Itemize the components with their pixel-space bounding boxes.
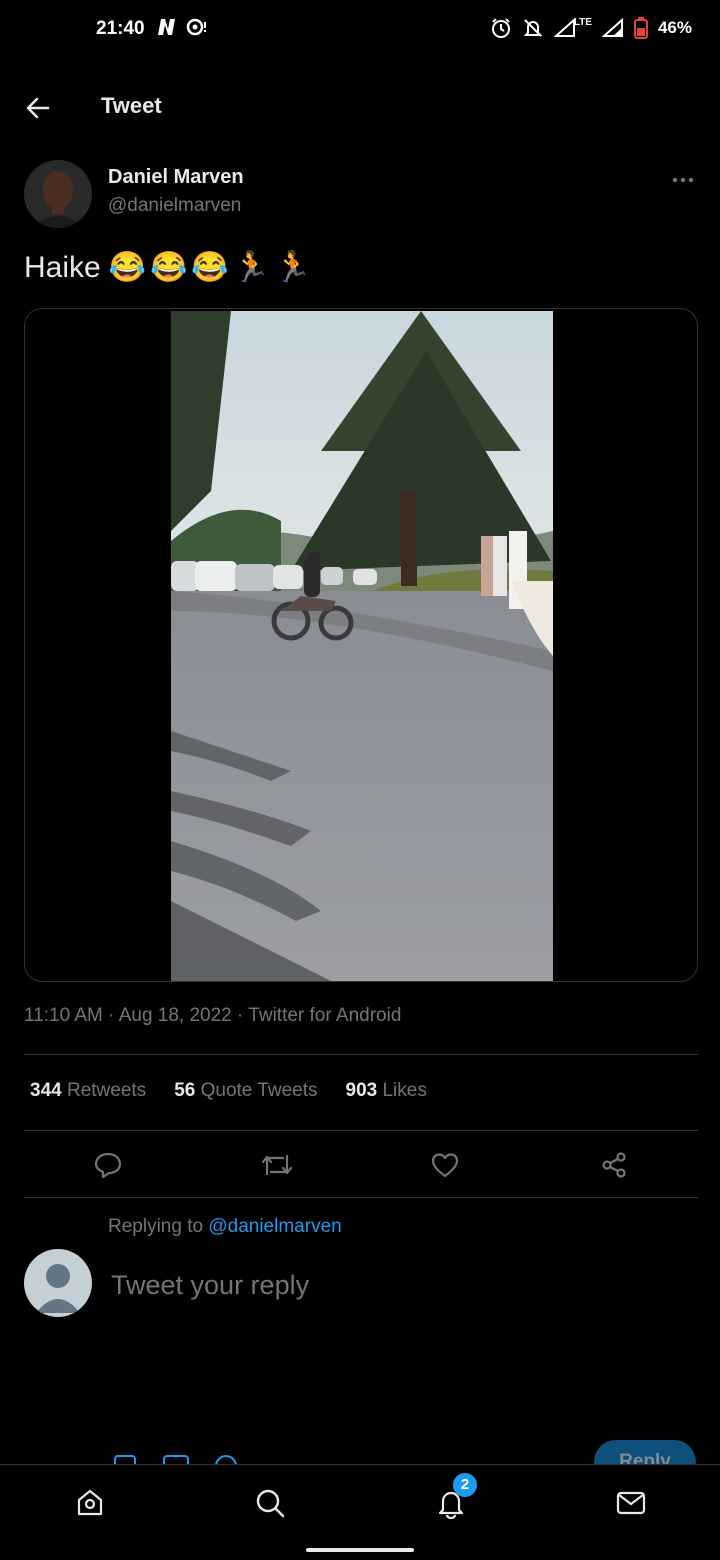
- emoji: 🏃: [232, 251, 271, 284]
- emoji: 😂: [191, 251, 229, 284]
- emoji: 😂: [150, 251, 188, 284]
- replying-mention[interactable]: @danielmarven: [208, 1216, 341, 1237]
- author-name[interactable]: Daniel Marven: [108, 166, 244, 189]
- quote-tweets-label: Quote Tweets: [200, 1080, 318, 1101]
- signal-icon: [553, 18, 576, 38]
- netflix-n-icon: [156, 17, 178, 42]
- arrow-left-icon[interactable]: [22, 92, 54, 124]
- like-icon[interactable]: [425, 1145, 465, 1185]
- image-icon[interactable]: [113, 1454, 137, 1464]
- likes-label: Likes: [382, 1080, 427, 1101]
- notification-dot-icon: [186, 17, 208, 42]
- battery-icon: [633, 17, 648, 39]
- tweet-actions: [0, 1145, 720, 1185]
- battery-percent: 46%: [657, 18, 692, 37]
- alarm-icon: [490, 17, 512, 39]
- emoji: 😂: [108, 251, 147, 284]
- avatar: [24, 1249, 92, 1317]
- tweet-timestamp: 11:10 AM · Aug 18, 2022 · Twitter for An…: [24, 1005, 402, 1026]
- lte-label: LTE: [573, 16, 592, 28]
- tweet-media[interactable]: [24, 308, 698, 982]
- retweets-label: Retweets: [66, 1080, 147, 1101]
- home-icon[interactable]: [70, 1483, 110, 1523]
- tweet-stats: 344 Retweets 56 Quote Tweets 903 Likes: [30, 1080, 427, 1102]
- retweet-icon[interactable]: [257, 1145, 297, 1185]
- messages-icon[interactable]: [611, 1483, 651, 1523]
- gif-icon[interactable]: [162, 1454, 190, 1464]
- signal-icon: [601, 18, 624, 38]
- divider: [24, 1197, 698, 1198]
- ellipsis-icon[interactable]: [670, 170, 696, 190]
- likes-count: 903: [345, 1080, 378, 1101]
- tweet-body: Haike: [24, 250, 101, 284]
- poll-icon[interactable]: [214, 1454, 238, 1464]
- retweets-count: 344: [30, 1080, 62, 1101]
- replying-prefix: Replying to: [108, 1216, 209, 1237]
- emoji: 🏃: [274, 251, 312, 284]
- divider: [24, 1130, 698, 1131]
- retweets-stat[interactable]: 344 Retweets: [30, 1080, 146, 1102]
- status-time: 21:40: [96, 18, 145, 39]
- video-thumbnail[interactable]: [171, 311, 553, 981]
- notification-badge: 2: [453, 1473, 477, 1497]
- tweet-author: Daniel Marven @danielmarven: [24, 160, 696, 232]
- reply-input[interactable]: [111, 1270, 671, 1301]
- search-icon[interactable]: [250, 1483, 290, 1523]
- divider: [24, 1054, 698, 1055]
- status-bar: 21:40 LTE 46%: [0, 0, 720, 60]
- reply-button[interactable]: Reply: [594, 1440, 696, 1464]
- bottom-nav: 2: [0, 1464, 720, 1560]
- tweet-emojis: 😂 😂 😂 🏃 🏃: [109, 250, 312, 285]
- compose-toolbar: Reply: [0, 1440, 720, 1464]
- mute-icon: [522, 17, 544, 39]
- author-handle[interactable]: @danielmarven: [108, 195, 241, 217]
- notifications-icon[interactable]: 2: [431, 1473, 477, 1523]
- reply-icon[interactable]: [88, 1145, 128, 1185]
- quote-tweets-stat[interactable]: 56 Quote Tweets: [174, 1080, 317, 1102]
- quote-tweets-count: 56: [174, 1080, 196, 1101]
- tweet-text: Haike 😂 😂 😂 🏃 🏃: [24, 250, 312, 285]
- likes-stat[interactable]: 903 Likes: [346, 1080, 427, 1102]
- replying-to: Replying to @danielmarven: [108, 1216, 342, 1238]
- page-title: Tweet: [101, 93, 162, 118]
- top-bar: Tweet: [0, 80, 720, 136]
- home-indicator: [306, 1548, 414, 1552]
- avatar[interactable]: [24, 160, 92, 228]
- share-icon[interactable]: [594, 1145, 634, 1185]
